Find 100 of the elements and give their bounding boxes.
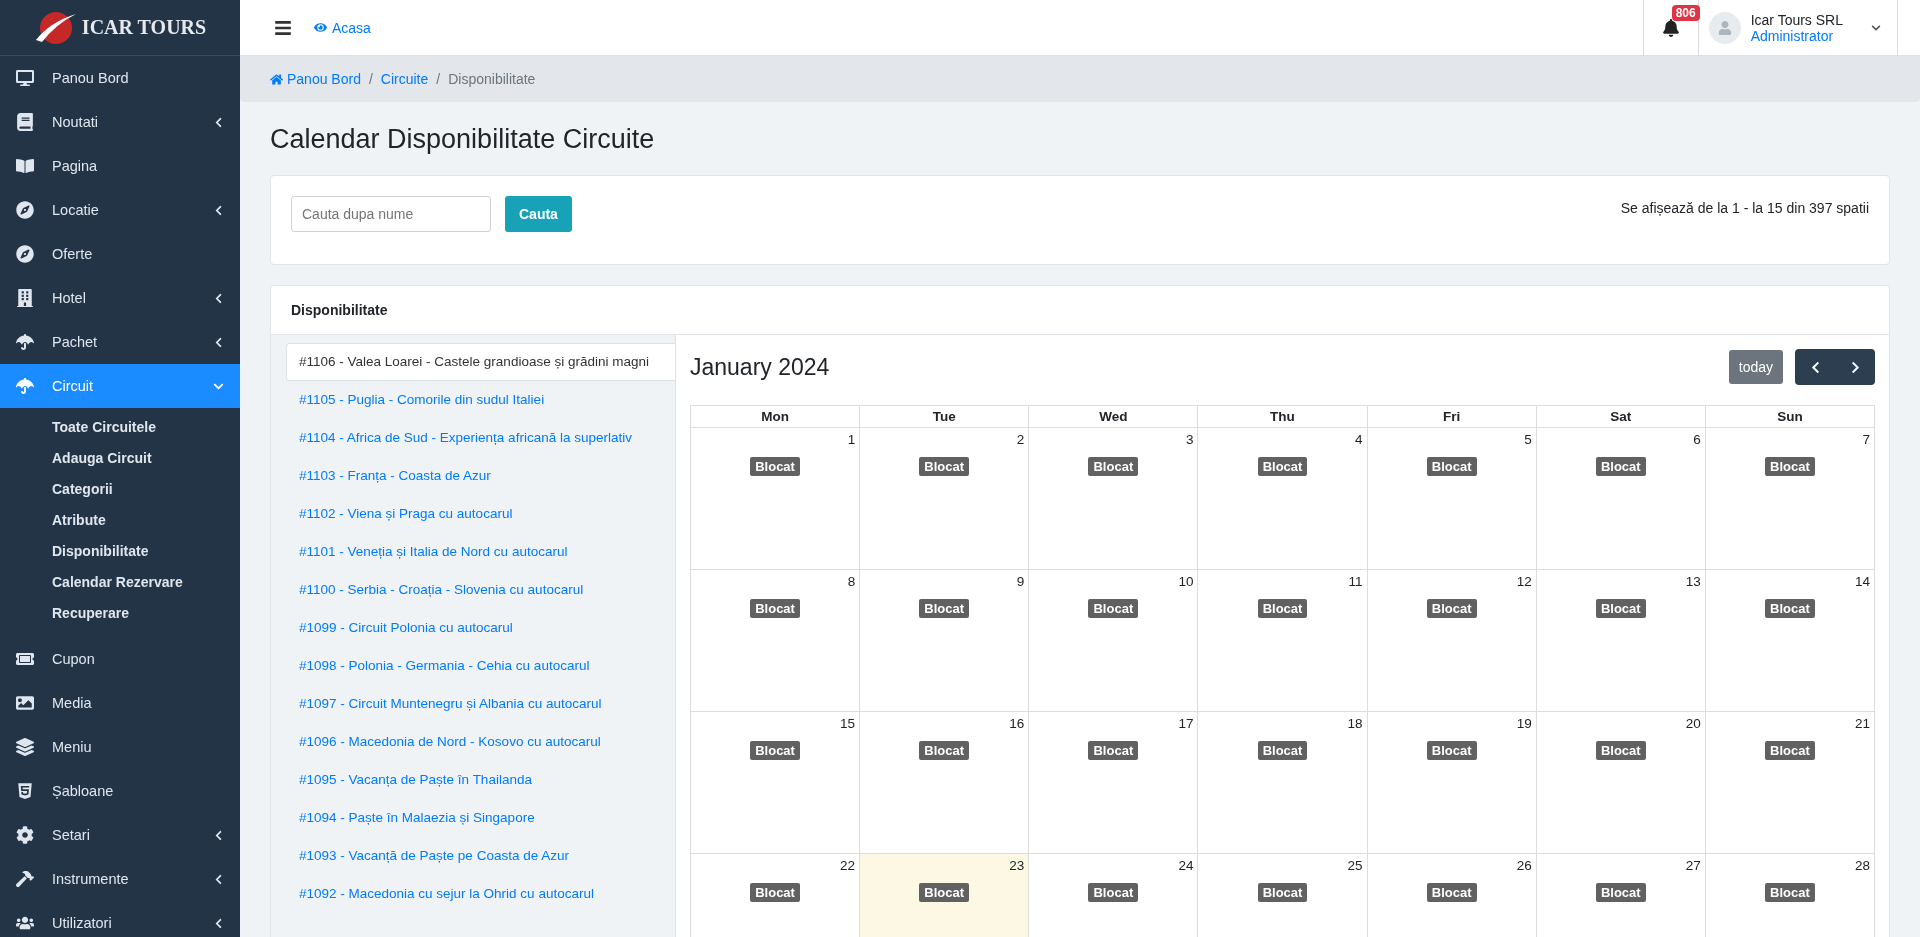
umbrella-icon: [16, 333, 34, 351]
event-label[interactable]: Blocat: [750, 457, 800, 476]
day-number: 2: [1016, 432, 1025, 447]
bell-icon: [1661, 18, 1680, 37]
circuit-link[interactable]: #1092 - Macedonia cu sejur la Ohrid cu autocarul: [286, 875, 675, 913]
event-label[interactable]: Blocat: [1426, 599, 1477, 618]
day-number: 4: [1355, 432, 1363, 447]
event-label[interactable]: Blocat: [919, 599, 970, 618]
day-number: 15: [840, 716, 856, 731]
event-label[interactable]: Blocat: [1088, 883, 1139, 902]
gear-icon: [16, 826, 34, 844]
submenu-item[interactable]: Toate Circuitele: [0, 412, 240, 443]
sidebar-item[interactable]: Noutati: [0, 100, 240, 144]
user-menu[interactable]: Icar Tours SRL Administrator: [1698, 0, 1898, 56]
ticket-icon: [16, 650, 34, 668]
day-number: 8: [847, 574, 856, 589]
notifications-button[interactable]: 806: [1642, 0, 1699, 56]
event-label[interactable]: Blocat: [750, 741, 800, 760]
sidebar-item[interactable]: Instrumente: [0, 857, 240, 901]
event-label[interactable]: Blocat: [1765, 457, 1815, 476]
building-icon: [16, 289, 34, 307]
next-button[interactable]: [1835, 349, 1875, 385]
home-link[interactable]: Acasa: [314, 19, 371, 36]
event-label[interactable]: Blocat: [1426, 741, 1477, 760]
circuit-link[interactable]: #1102 - Viena și Praga cu autocarul: [286, 495, 675, 533]
circuit-link[interactable]: #1101 - Veneția și Italia de Nord cu autocarul: [286, 533, 675, 571]
circuit-link[interactable]: #1106 - Valea Loarei - Castele grandioase și grădini magni: [286, 343, 675, 381]
event-label[interactable]: Blocat: [1257, 883, 1308, 902]
previous-button[interactable]: [1795, 349, 1835, 385]
circuit-link[interactable]: #1093 - Vacanță de Paște pe Coasta de Azur: [286, 837, 675, 875]
submenu-item[interactable]: Categorii: [0, 474, 240, 505]
sidebar-item[interactable]: Hotel: [0, 276, 240, 320]
menu-icon: [274, 18, 292, 37]
circuit-link[interactable]: #1103 - Franța - Coasta de Azur: [286, 457, 675, 495]
event-label[interactable]: Blocat: [1765, 741, 1815, 760]
day-number: 1: [847, 432, 856, 447]
breadcrumb-link[interactable]: Panou Bord: [270, 71, 361, 87]
event-label[interactable]: Blocat: [1595, 883, 1646, 902]
day-number: 13: [1685, 574, 1701, 589]
day-number: 12: [1516, 574, 1532, 589]
circuit-link[interactable]: #1097 - Circuit Muntenegru și Albania cu autocarul: [286, 685, 675, 723]
event-label[interactable]: Blocat: [1426, 457, 1477, 476]
event-label[interactable]: Blocat: [1088, 457, 1139, 476]
circuit-link[interactable]: #1095 - Vacanța de Paște în Thailanda: [286, 761, 675, 799]
circuit-link[interactable]: #1098 - Polonia - Germania - Cehia cu autocarul: [286, 647, 675, 685]
home-icon: [270, 72, 283, 86]
image-icon: [16, 694, 34, 712]
submenu-item[interactable]: Adauga Circuit: [0, 443, 240, 474]
today-button[interactable]: today: [1728, 350, 1783, 384]
circuit-link[interactable]: #1096 - Macedonia de Nord - Kosovo cu autocarul: [286, 723, 675, 761]
event-label[interactable]: Blocat: [1257, 741, 1308, 760]
submenu-item[interactable]: Recuperare: [0, 598, 240, 629]
page-title: Calendar Disponibilitate Circuite: [270, 124, 656, 155]
sidebar-item[interactable]: Panou Bord: [0, 56, 240, 100]
event-label[interactable]: Blocat: [1765, 599, 1815, 618]
event-label[interactable]: Blocat: [1257, 599, 1308, 618]
event-label[interactable]: Blocat: [1765, 883, 1815, 902]
event-label[interactable]: Blocat: [1088, 741, 1139, 760]
sidebar-item[interactable]: Locatie: [0, 188, 240, 232]
sidebar-item[interactable]: Șabloane: [0, 769, 240, 813]
sidebar-item[interactable]: Meniu: [0, 725, 240, 769]
breadcrumb-separator: /: [436, 71, 441, 87]
compass-icon: [16, 245, 34, 263]
layers-icon: [16, 738, 34, 756]
event-label[interactable]: Blocat: [1088, 599, 1139, 618]
circuit-link[interactable]: #1100 - Serbia - Croația - Slovenia cu autocarul: [286, 571, 675, 609]
event-label[interactable]: Blocat: [1595, 741, 1646, 760]
sidebar-item[interactable]: Media: [0, 681, 240, 725]
day-number: 18: [1347, 716, 1363, 731]
user-name: Icar Tours SRL: [1750, 11, 1843, 28]
event-label[interactable]: Blocat: [750, 599, 800, 618]
day-number: 10: [1178, 574, 1194, 589]
sidebar-item[interactable]: Setari: [0, 813, 240, 857]
circuit-link[interactable]: #1094 - Paște în Malaezia și Singapore: [286, 799, 675, 837]
event-label[interactable]: Blocat: [1595, 599, 1646, 618]
sidebar-item[interactable]: Circuit: [0, 364, 240, 408]
sidebar-item[interactable]: Oferte: [0, 232, 240, 276]
day-number: 21: [1854, 716, 1870, 731]
sidebar-item[interactable]: Cupon: [0, 637, 240, 681]
day-number: 17: [1178, 716, 1194, 731]
submenu-item[interactable]: Calendar Rezervare: [0, 567, 240, 598]
circuit-link[interactable]: #1104 - Africa de Sud - Experiența africană la superlativ: [286, 419, 675, 457]
search-field[interactable]: Cauta dupa nume: [291, 196, 491, 232]
event-label[interactable]: Blocat: [1257, 457, 1308, 476]
event-label[interactable]: Blocat: [919, 457, 970, 476]
event-label[interactable]: Blocat: [919, 883, 970, 902]
day-number: 28: [1854, 858, 1870, 873]
event-label[interactable]: Blocat: [919, 741, 970, 760]
sidebar-item[interactable]: Pagina: [0, 144, 240, 188]
submenu-item[interactable]: Atribute: [0, 505, 240, 536]
circuit-link[interactable]: #1099 - Circuit Polonia cu autocarul: [286, 609, 675, 647]
users-icon: [16, 914, 34, 932]
breadcrumb-link[interactable]: Circuite: [380, 71, 429, 87]
sidebar-item[interactable]: Pachet: [0, 320, 240, 364]
event-label[interactable]: Blocat: [750, 883, 800, 902]
circuit-link[interactable]: #1105 - Puglia - Comorile din sudul Italiei: [286, 381, 675, 419]
event-label[interactable]: Blocat: [1595, 457, 1646, 476]
sidebar-item[interactable]: Utilizatori: [0, 901, 240, 937]
event-label[interactable]: Blocat: [1426, 883, 1477, 902]
submenu-item[interactable]: Disponibilitate: [0, 536, 240, 567]
